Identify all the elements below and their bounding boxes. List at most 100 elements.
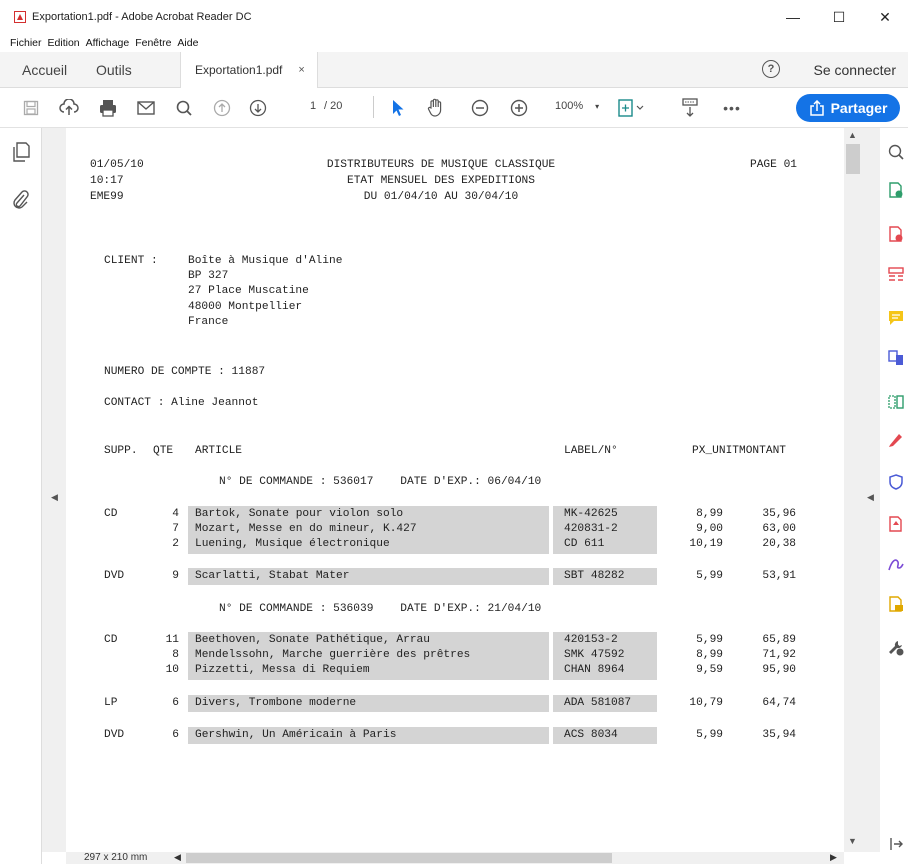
toolbar [0, 88, 908, 128]
item-montant: 20,38 [762, 538, 796, 551]
prepare-form-icon[interactable] [888, 516, 904, 532]
tab-document[interactable]: Exportation1.pdf × [180, 52, 318, 88]
combine-files-icon[interactable] [888, 350, 904, 366]
item-px-unit: 9,00 [696, 523, 723, 536]
minimize-button[interactable]: — [770, 0, 816, 34]
item-label: 420153-2 [564, 634, 618, 646]
status-bar: 297 x 210 mm ◀ ▶ [66, 852, 844, 864]
close-tab-icon[interactable]: × [298, 64, 304, 76]
col-label: LABEL/N° [564, 445, 618, 457]
page-total: / 20 [324, 100, 343, 112]
item-px-unit: 5,99 [696, 570, 723, 582]
col-qte: QTE [153, 445, 174, 457]
email-icon[interactable] [134, 96, 158, 120]
search-tools-icon[interactable] [888, 144, 904, 160]
menu-aide[interactable]: Aide [177, 37, 198, 49]
menu-fichier[interactable]: Fichier [10, 37, 42, 49]
item-label: ADA 581087 [564, 697, 632, 709]
print-icon[interactable] [96, 96, 120, 120]
item-px-unit: 10,79 [689, 697, 723, 709]
more-tools-wrench-icon[interactable] [888, 640, 904, 656]
page-number-input[interactable]: 1 [302, 96, 324, 116]
item-px-unit: 8,99 [696, 649, 723, 662]
supp-type: CD [104, 508, 118, 520]
request-signature-icon[interactable] [888, 556, 904, 572]
document-viewer[interactable]: 01/05/10 10:17 EME99 DISTRIBUTEURS DE MUSIQ… [66, 128, 844, 852]
client-address-line: France [188, 315, 229, 328]
item-px-unit: 8,99 [696, 508, 723, 520]
item-qte: 4 [172, 508, 179, 520]
item-qte: 2 [172, 538, 179, 551]
next-page-icon[interactable] [246, 96, 270, 120]
col-montant: MONTANT [739, 445, 786, 457]
zoom-select[interactable]: 100% ▾ [555, 100, 599, 112]
menu-fenetre[interactable]: Fenêtre [135, 37, 171, 49]
zoom-in-icon[interactable] [507, 96, 531, 120]
report-page-number: PAGE 01 [750, 159, 797, 171]
zoom-value: 100% [555, 100, 584, 112]
item-px-unit: 5,99 [696, 729, 723, 741]
menu-edition[interactable]: Edition [48, 37, 80, 49]
caret-left-icon: ◀ [867, 492, 874, 502]
expand-pane-icon[interactable] [888, 836, 904, 852]
item-label: SBT 48282 [564, 570, 625, 582]
item-qte: 7 [172, 523, 179, 536]
right-pane-toggle[interactable]: ◀ [862, 128, 880, 852]
item-montant: 64,74 [762, 697, 796, 709]
fill-sign-icon[interactable] [888, 432, 904, 448]
horizontal-scroll-thumb[interactable] [186, 853, 612, 863]
item-montant: 53,91 [762, 570, 796, 582]
scroll-mode-icon[interactable] [678, 96, 702, 120]
edit-pdf-icon[interactable] [888, 266, 904, 282]
report-subtitle: ETAT MENSUEL DES EXPEDITIONS [347, 175, 535, 187]
search-zoom-icon[interactable] [172, 96, 196, 120]
maximize-button[interactable]: ☐ [816, 0, 862, 34]
client-address-line: 48000 Montpellier [188, 300, 303, 313]
attachment-icon[interactable] [12, 190, 30, 210]
more-tools-icon[interactable]: ••• [720, 96, 744, 120]
create-pdf-icon[interactable] [888, 226, 904, 242]
organize-pages-icon[interactable] [888, 394, 904, 410]
pages-thumbnail-icon[interactable] [12, 142, 30, 162]
item-article: Pizzetti, Messa di Requiem [195, 664, 370, 677]
protect-icon[interactable] [888, 474, 904, 490]
item-article: Beethoven, Sonate Pathétique, Arrau [195, 634, 430, 646]
comment-icon[interactable] [888, 310, 904, 326]
contact-name: CONTACT : Aline Jeannot [104, 397, 259, 409]
toolbar-divider [373, 96, 374, 118]
item-label: 420831-2 [564, 523, 618, 536]
select-arrow-icon[interactable] [386, 96, 410, 120]
report-time: 10:17 [90, 175, 124, 187]
scroll-left-icon[interactable]: ◀ [174, 852, 181, 863]
tab-tools[interactable]: Outils [96, 52, 132, 88]
item-label: SMK 47592 [564, 649, 625, 662]
hand-tool-icon[interactable] [424, 96, 448, 120]
tab-home[interactable]: Accueil [22, 52, 67, 88]
col-supp: SUPP. [104, 445, 138, 457]
save-icon[interactable] [20, 96, 42, 120]
zoom-out-icon[interactable] [468, 96, 492, 120]
close-button[interactable]: ✕ [862, 0, 908, 34]
sign-in-link[interactable]: Se connecter [814, 52, 897, 88]
left-pane-toggle[interactable]: ◀ [42, 128, 66, 852]
help-icon[interactable]: ? [762, 60, 780, 78]
export-pdf-icon[interactable] [888, 182, 904, 198]
menu-affichage[interactable]: Affichage [86, 37, 130, 49]
vertical-scrollbar[interactable]: ▲ ▼ [844, 128, 862, 852]
page-fit-icon[interactable] [614, 96, 648, 120]
upload-cloud-icon[interactable] [57, 96, 81, 120]
send-for-comments-icon[interactable] [888, 596, 904, 612]
item-px-unit: 5,99 [696, 634, 723, 646]
report-period: DU 01/04/10 AU 30/04/10 [363, 191, 519, 203]
share-button[interactable]: Partager [796, 94, 900, 122]
previous-page-icon[interactable] [210, 96, 234, 120]
item-article: Bartok, Sonate pour violon solo [195, 508, 404, 520]
item-montant: 65,89 [762, 634, 796, 646]
scroll-down-icon[interactable]: ▼ [848, 836, 857, 846]
caret-left-icon: ◀ [51, 492, 58, 502]
item-qte: 6 [172, 729, 179, 741]
scroll-thumb[interactable] [846, 144, 860, 174]
scroll-right-icon[interactable]: ▶ [830, 852, 837, 863]
scroll-up-icon[interactable]: ▲ [848, 130, 857, 140]
item-label: MK-42625 [564, 508, 618, 520]
